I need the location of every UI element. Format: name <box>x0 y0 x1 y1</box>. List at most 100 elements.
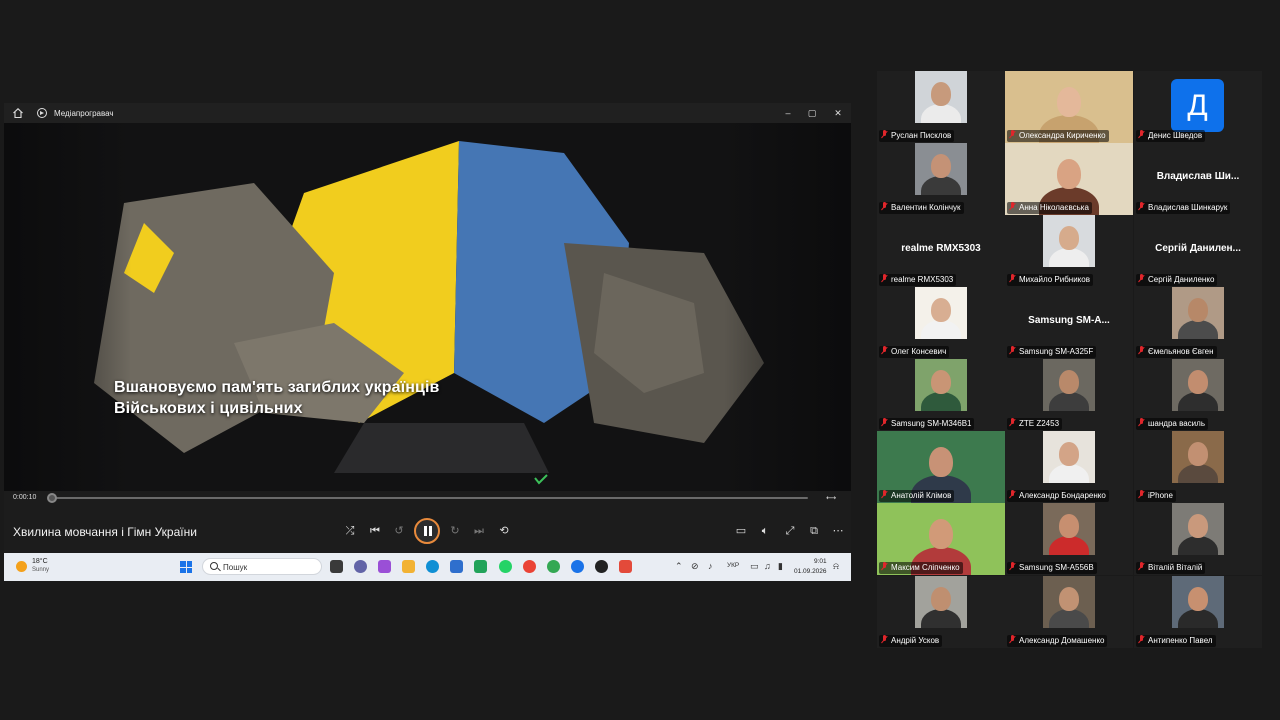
clock-date[interactable]: 01.09.2026 <box>794 568 827 575</box>
language-indicator[interactable]: УКР <box>727 562 739 569</box>
participant-name-label: Михайло Рибников <box>1007 274 1093 286</box>
participant-tile[interactable]: realme RMX5303 realme RMX5303 <box>877 215 1005 287</box>
participant-name: Олег Консевич <box>891 347 947 356</box>
participant-video <box>915 576 967 628</box>
caption-line-2: Військових і цивільних <box>114 400 303 417</box>
participant-video <box>915 143 967 195</box>
participant-tile[interactable]: Анна Ніколаєвська <box>1005 143 1133 215</box>
notifications-off-icon[interactable]: ⊘ <box>691 561 699 572</box>
participant-tile[interactable]: Олександра Кириченко <box>1005 71 1133 143</box>
participant-tile[interactable]: Руслан Писклов <box>877 71 1005 143</box>
participant-tile[interactable]: Михайло Рибников <box>1005 215 1133 287</box>
participant-video <box>1043 215 1095 267</box>
repeat-off-icon[interactable]: ⟲ <box>496 523 512 539</box>
seek-bar[interactable] <box>51 497 808 499</box>
edge-browser-icon[interactable] <box>426 560 439 573</box>
participant-tile[interactable]: Ємельянов Євген <box>1134 287 1262 359</box>
shuffle-icon[interactable]: ⤮ <box>342 523 358 539</box>
participant-name: Олександра Кириченко <box>1019 131 1106 140</box>
participant-name-label: Samsung SM-A556B <box>1007 562 1097 574</box>
participant-name-label: шандра василь <box>1136 418 1208 430</box>
weather-temperature[interactable]: 18°C <box>32 558 48 565</box>
participant-video <box>1043 359 1095 411</box>
participant-tile[interactable]: Андрій Усков <box>877 576 1005 648</box>
volume-icon[interactable]: 🔈︎ <box>757 523 773 539</box>
copilot-icon[interactable] <box>378 560 391 573</box>
participant-tile[interactable]: Олег Консевич <box>877 287 1005 359</box>
participant-tile[interactable]: Samsung SM-A556B <box>1005 503 1133 575</box>
participant-display-name: Сергій Данилен... <box>1155 243 1241 254</box>
sun-icon[interactable] <box>16 561 27 572</box>
participant-tile[interactable]: ZTE Z2453 <box>1005 359 1133 431</box>
participant-tile[interactable]: Валентин Колінчук <box>877 143 1005 215</box>
video-frame[interactable]: Вшановуємо пам'ять загиблих українців Ві… <box>4 123 851 491</box>
store-icon[interactable] <box>450 560 463 573</box>
taskbar-search-box[interactable]: Пошук <box>202 558 322 575</box>
participant-tile[interactable]: Samsung SM-M346B1 <box>877 359 1005 431</box>
home-icon[interactable] <box>12 107 24 119</box>
battery-icon[interactable]: ▮ <box>778 561 783 572</box>
participant-name: Александр Домашенко <box>1019 636 1105 645</box>
participant-video <box>1172 431 1224 483</box>
total-time-indicator: ⟷ <box>826 495 837 502</box>
participant-tile[interactable]: Александр Бондаренко <box>1005 431 1133 503</box>
next-icon[interactable]: ⏭ <box>471 523 487 539</box>
participant-name-label: Олег Консевич <box>879 346 950 358</box>
miniplayer-icon[interactable]: ⧉ <box>806 523 822 539</box>
participant-name: Андрій Усков <box>891 636 940 645</box>
participant-display-name: Samsung SM-A... <box>1028 315 1110 326</box>
forward-30-icon[interactable]: ↻ <box>447 523 463 539</box>
mic-muted-icon <box>1009 202 1016 211</box>
participant-tile[interactable]: Максим Сліпченко <box>877 503 1005 575</box>
previous-icon[interactable]: ⏮ <box>367 523 383 539</box>
media-player-app-icon <box>37 108 47 118</box>
close-button[interactable]: ✕ <box>831 106 845 120</box>
mic-muted-icon <box>881 274 888 283</box>
media-player-taskbar-icon[interactable] <box>595 560 608 573</box>
mic-muted-icon <box>1138 418 1145 427</box>
shared-screen[interactable]: Медіапрогравач – ▢ ✕ Вшановуємо пам'ять … <box>4 103 851 581</box>
participant-tile[interactable]: Сергій Данилен... Сергій Даниленко <box>1134 215 1262 287</box>
participant-name: Александр Бондаренко <box>1019 491 1106 500</box>
microphone-icon[interactable]: ♪ <box>708 561 713 571</box>
participant-tile[interactable]: Александр Домашенко <box>1005 576 1133 648</box>
more-options-icon[interactable]: ⋯ <box>830 523 846 539</box>
acrobat-icon[interactable] <box>619 560 632 573</box>
fullscreen-icon[interactable]: ⤢ <box>782 523 798 539</box>
participant-tile[interactable]: Д Денис Шведов <box>1134 71 1262 143</box>
clock-time[interactable]: 9:01 <box>814 558 827 565</box>
chevron-up-icon[interactable]: ⌃ <box>675 561 683 572</box>
pause-button[interactable] <box>414 518 440 544</box>
speaker-icon[interactable]: ♫ <box>764 561 771 571</box>
seek-thumb[interactable] <box>47 493 57 503</box>
participant-tile[interactable]: Анатолій Клімов <box>877 431 1005 503</box>
participant-tile[interactable]: Віталій Віталій <box>1134 503 1262 575</box>
maximize-button[interactable]: ▢ <box>805 106 819 120</box>
chat-app-icon[interactable] <box>354 560 367 573</box>
rewind-10-icon[interactable]: ↺ <box>391 523 407 539</box>
participant-tile[interactable]: Владислав Ши... Владислав Шинкарук <box>1134 143 1262 215</box>
participant-tile[interactable]: Антипенко Павел <box>1134 576 1262 648</box>
notification-bell-icon[interactable]: ⍾ <box>833 561 839 572</box>
subtitles-icon[interactable]: ▭ <box>733 523 749 539</box>
mic-muted-icon <box>1009 490 1016 499</box>
whatsapp-icon[interactable] <box>499 560 512 573</box>
mic-muted-icon <box>1138 274 1145 283</box>
windows-start-icon[interactable] <box>180 561 192 573</box>
participant-video <box>915 287 967 339</box>
chrome-profile-icon[interactable] <box>547 560 560 573</box>
participant-name-label: Анатолій Клімов <box>879 490 955 502</box>
file-explorer-icon[interactable] <box>402 560 415 573</box>
task-view-icon[interactable] <box>330 560 343 573</box>
participant-tile[interactable]: шандра василь <box>1134 359 1262 431</box>
zoom-app-icon[interactable] <box>571 560 584 573</box>
participant-name-label: Антипенко Павел <box>1136 635 1216 647</box>
weather-condition[interactable]: Sunny <box>32 567 49 573</box>
network-icon[interactable]: ▭ <box>750 561 759 572</box>
participant-name: realme RMX5303 <box>891 275 954 284</box>
facetime-icon[interactable] <box>474 560 487 573</box>
participant-tile[interactable]: Samsung SM-A... Samsung SM-A325F <box>1005 287 1133 359</box>
minimize-button[interactable]: – <box>781 106 795 120</box>
participant-tile[interactable]: iPhone <box>1134 431 1262 503</box>
chrome-icon[interactable] <box>523 560 536 573</box>
